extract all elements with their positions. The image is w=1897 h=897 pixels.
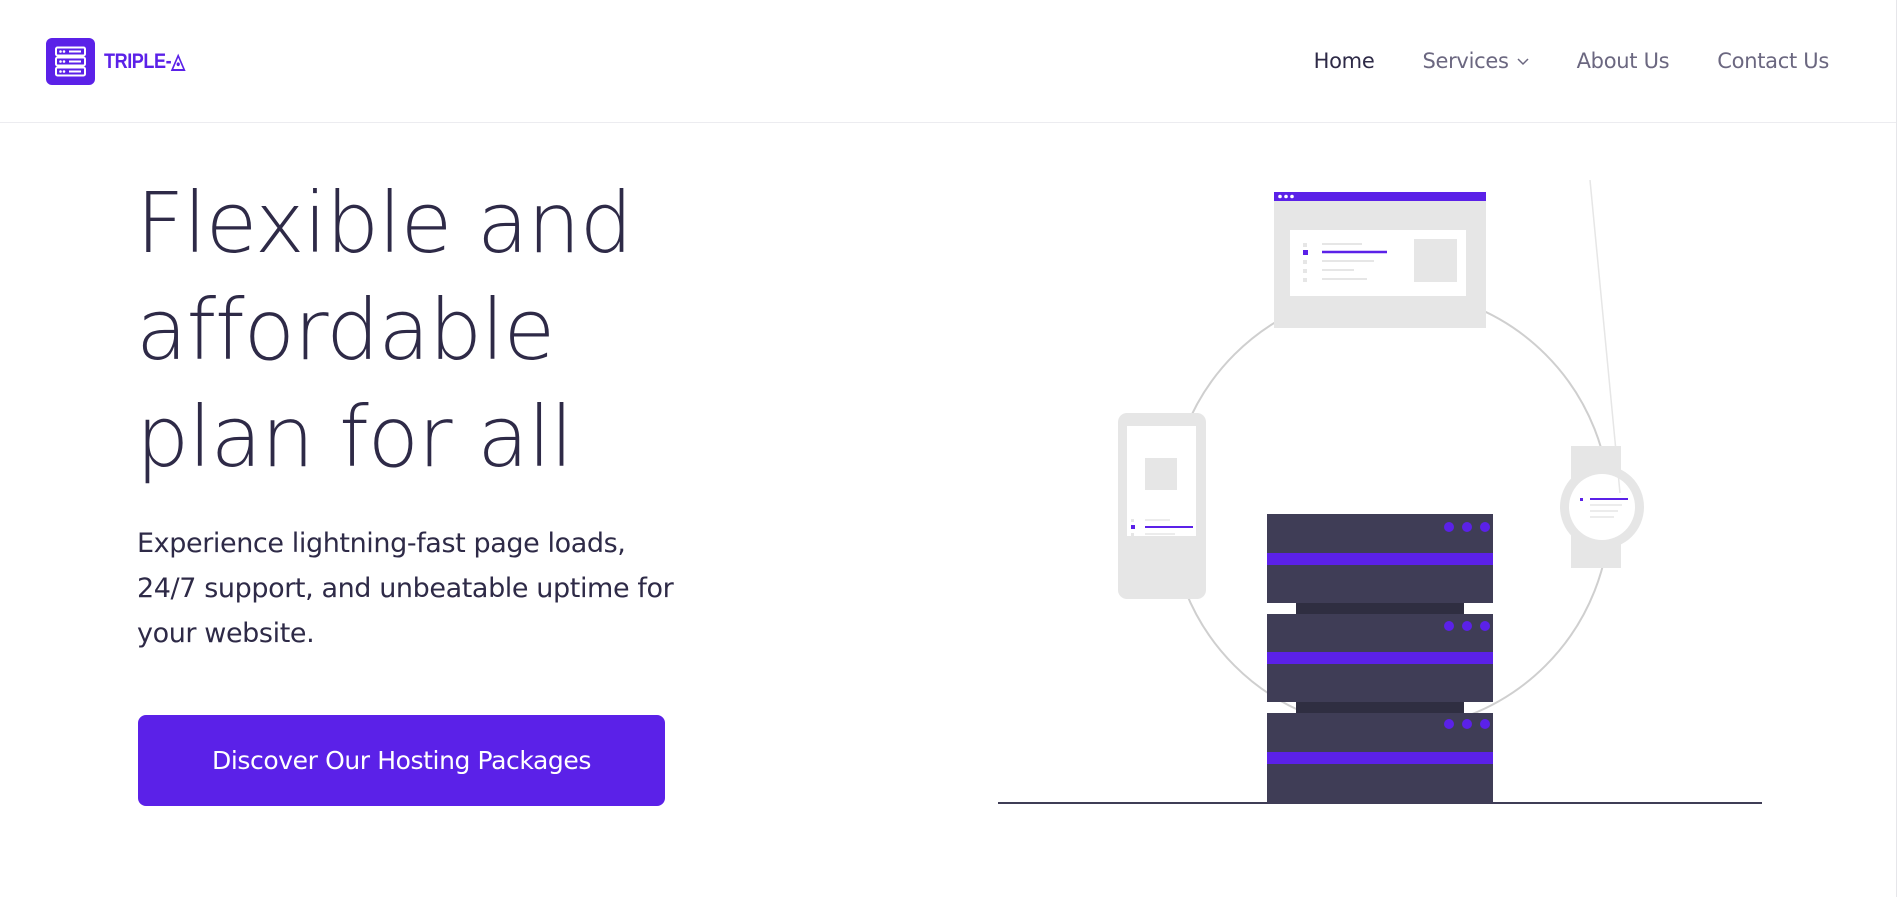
nav-services-dropdown[interactable]: Services [1422,49,1529,73]
hero-subtitle-line: 24/7 support, and unbeatable uptime for [137,573,674,604]
server-rack [1267,514,1493,803]
nav-about-label: About Us [1576,49,1670,73]
main-nav: Home Services About Us Contact Us [1314,49,1830,73]
discover-packages-button[interactable]: Discover Our Hosting Packages [138,715,665,806]
brand-name-text: TRIPLE- [104,49,172,73]
server-logo-icon [46,37,95,85]
chevron-down-icon [1517,58,1529,66]
server-unit [1267,614,1493,702]
smartwatch-device [1560,180,1644,568]
browser-window [1274,192,1486,328]
page: TRIPLE-◬ Home Services About Us Contact … [0,0,1897,897]
server-unit [1267,713,1493,803]
nav-home-link[interactable]: Home [1314,49,1375,73]
hero-title-line: plan for all [136,388,573,486]
nav-contact-label: Contact Us [1717,49,1829,73]
brand-logo-link[interactable]: TRIPLE-◬ [46,37,198,85]
brand-name: TRIPLE-◬ [104,49,185,74]
hero-subtitle-line: Experience lightning-fast page loads, [137,528,626,559]
hero-title-line: Flexible and [136,174,633,272]
nav-contact-link[interactable]: Contact Us [1717,49,1829,73]
server-unit [1267,514,1493,603]
hero-title-line: affordable [136,281,555,379]
brand-triangle-mark: ◬ [171,49,185,73]
smartphone-device [1118,413,1206,599]
hosting-devices-illustration [998,180,1762,804]
nav-home-label: Home [1313,49,1375,73]
navbar: TRIPLE-◬ Home Services About Us Contact … [0,0,1896,123]
hero-title: Flexible and affordable plan for all [136,170,816,491]
nav-about-link[interactable]: About Us [1577,49,1670,73]
hero-subtitle: Experience lightning-fast page loads, 24… [137,521,737,656]
hero-subtitle-line: your website. [137,618,315,649]
nav-services-label: Services [1422,49,1509,73]
